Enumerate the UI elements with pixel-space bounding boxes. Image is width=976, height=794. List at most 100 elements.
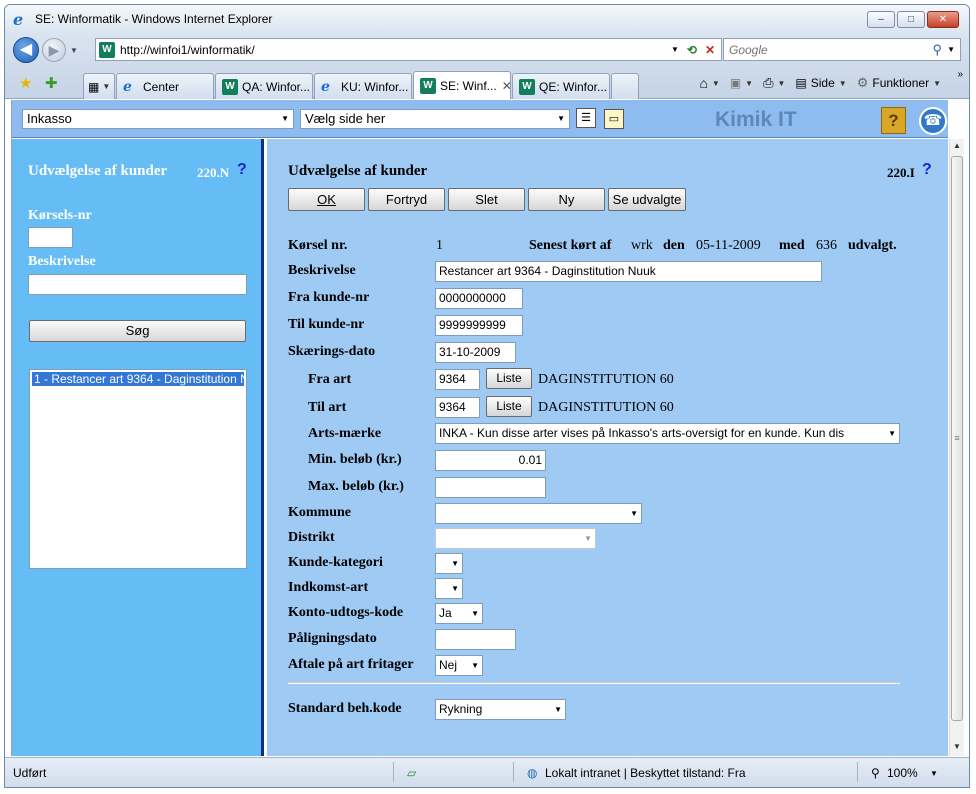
- history-dropdown-icon[interactable]: ▼: [70, 46, 78, 55]
- tab-ku[interactable]: e KU: Winfor...: [314, 73, 412, 99]
- print-icon: ⎙: [763, 75, 774, 90]
- min-belob-field[interactable]: 0.01: [435, 450, 546, 471]
- page-content: Inkasso ▼ Vælg side her ▼ ☰ ▭ Kimik IT ?…: [11, 100, 964, 756]
- list-item[interactable]: 1 - Restancer art 9364 - Daginstitution …: [32, 372, 244, 386]
- help-question-icon[interactable]: ?: [237, 161, 247, 179]
- arts-maerke-select[interactable]: INKA - Kun disse arter vises på Inkasso'…: [435, 423, 900, 444]
- phone-icon: ☎: [923, 112, 943, 129]
- beskrivelse-field[interactable]: Restancer art 9364 - Daginstitution Nuuk: [435, 261, 822, 282]
- scroll-down-icon[interactable]: ▼: [953, 742, 961, 751]
- search-icon[interactable]: ⚲: [933, 42, 943, 58]
- feeds-button[interactable]: ▣ ▼: [730, 76, 753, 90]
- tab-qe[interactable]: W QE: Winfor...: [512, 73, 610, 99]
- max-belob-field[interactable]: [435, 477, 546, 498]
- back-button[interactable]: ◀: [13, 37, 39, 63]
- run-count: 636: [816, 238, 837, 253]
- new-button[interactable]: Ny: [528, 188, 605, 211]
- kommune-select[interactable]: ▼: [435, 503, 642, 524]
- grip-icon: ≡: [954, 433, 960, 443]
- scroll-up-icon[interactable]: ▲: [953, 141, 961, 150]
- refresh-icon[interactable]: ⟲: [687, 43, 697, 57]
- til-art-field[interactable]: 9364: [435, 397, 480, 418]
- standard-beh-value: Rykning: [439, 702, 483, 716]
- zone-text: Lokalt intranet | Beskyttet tilstand: Fr…: [545, 766, 746, 780]
- til-kunde-field[interactable]: 9999999999: [435, 315, 523, 336]
- vertical-scrollbar[interactable]: ▲ ≡ ▼: [949, 139, 964, 756]
- search-input[interactable]: [724, 41, 933, 58]
- fra-art-field[interactable]: 9364: [435, 369, 480, 390]
- module-select[interactable]: Inkasso ▼: [22, 109, 294, 129]
- address-bar[interactable]: W http://winfoi1/winformatik/ ▼ ⟲ ✕: [95, 38, 722, 61]
- search-box[interactable]: ⚲ ▼: [723, 38, 961, 61]
- fra-kunde-field[interactable]: 0000000000: [435, 288, 523, 309]
- korsel-input[interactable]: [28, 227, 73, 248]
- distrikt-select[interactable]: ▼: [435, 528, 596, 549]
- tab-qa[interactable]: W QA: Winfor...: [215, 73, 313, 99]
- kunde-kategori-select[interactable]: ▼: [435, 553, 463, 574]
- tab-center[interactable]: e Center: [116, 73, 214, 99]
- run-user: wrk: [631, 238, 653, 253]
- standard-beh-label: Standard beh.kode: [288, 701, 402, 716]
- home-button[interactable]: ⌂ ▼: [699, 75, 719, 91]
- zoom-level[interactable]: 100%: [887, 766, 918, 780]
- stop-icon[interactable]: ✕: [705, 43, 715, 57]
- aftale-select[interactable]: Nej ▼: [435, 655, 483, 676]
- more-tools-icon[interactable]: »: [957, 69, 963, 80]
- winformatik-icon: W: [222, 78, 238, 95]
- palignings-dato-field[interactable]: [435, 629, 516, 650]
- page-menu-label: Side: [810, 76, 835, 90]
- window-title: SE: Winformatik - Windows Internet Explo…: [35, 12, 273, 26]
- page-menu[interactable]: ▤ Side ▼: [795, 76, 846, 90]
- til-art-label: Til art: [308, 400, 347, 415]
- help-question-icon[interactable]: ?: [922, 161, 932, 179]
- chevron-down-icon: ▼: [630, 509, 638, 518]
- scrollbar-thumb[interactable]: ≡: [951, 156, 963, 721]
- standard-beh-select[interactable]: Rykning ▼: [435, 699, 566, 720]
- search-button[interactable]: Søg: [29, 320, 246, 342]
- list-view-button[interactable]: ☰: [576, 108, 596, 128]
- skaerings-dato-field[interactable]: 31-10-2009: [435, 342, 516, 363]
- results-list[interactable]: 1 - Restancer art 9364 - Daginstitution …: [29, 369, 247, 569]
- delete-button[interactable]: Slet: [448, 188, 525, 211]
- konto-udtog-value: Ja: [439, 606, 452, 620]
- ok-button[interactable]: OK: [288, 188, 365, 211]
- feed-icon: ▣: [729, 76, 742, 90]
- folder-button[interactable]: ▭: [604, 109, 624, 129]
- cancel-button[interactable]: Fortryd: [368, 188, 445, 211]
- site-favicon-icon: W: [99, 41, 115, 58]
- distrikt-label: Distrikt: [288, 530, 335, 545]
- fra-art-liste-button[interactable]: Liste: [486, 368, 532, 389]
- favorites-star-icon[interactable]: ★: [19, 74, 32, 92]
- search-dropdown-icon[interactable]: ▼: [947, 45, 955, 54]
- page-select-value: Vælg side her: [305, 111, 386, 126]
- help-book-button[interactable]: ?: [881, 107, 906, 134]
- forward-button[interactable]: ▶: [42, 38, 66, 62]
- print-button[interactable]: ⎙ ▼: [763, 75, 785, 91]
- quick-tabs-dropdown-icon[interactable]: ▼: [102, 82, 110, 91]
- fra-art-name: DAGINSTITUTION 60: [538, 372, 674, 387]
- arts-maerke-value: INKA - Kun disse arter vises på Inkasso'…: [439, 426, 845, 440]
- chevron-down-icon: ▼: [557, 114, 565, 123]
- tools-menu[interactable]: ⚙ Funktioner ▼: [857, 75, 941, 91]
- url-text[interactable]: http://winfoi1/winformatik/: [120, 43, 671, 57]
- tab-se[interactable]: W SE: Winf... ✕: [413, 71, 511, 99]
- show-selected-button[interactable]: Se udvalgte: [608, 188, 686, 211]
- zoom-dropdown-icon[interactable]: ▼: [930, 769, 938, 778]
- beskrivelse-label: Beskrivelse: [288, 263, 356, 278]
- page-select[interactable]: Vælg side her ▼: [300, 109, 570, 129]
- beskrivelse-search-input[interactable]: [28, 274, 247, 295]
- new-tab-button[interactable]: [611, 73, 639, 99]
- add-favorites-icon[interactable]: ✚: [45, 74, 58, 92]
- konto-udtog-select[interactable]: Ja ▼: [435, 603, 483, 624]
- address-dropdown-icon[interactable]: ▼: [671, 45, 679, 54]
- minimize-button[interactable]: ‒: [867, 11, 895, 28]
- last-run-label: Senest kørt af: [529, 238, 612, 253]
- indkomst-art-select[interactable]: ▼: [435, 578, 463, 599]
- quick-tabs-button[interactable]: ▦ ▼: [83, 73, 115, 99]
- maximize-button[interactable]: □: [897, 11, 925, 28]
- chevron-down-icon: ▼: [554, 705, 562, 714]
- close-tab-icon[interactable]: ✕: [502, 79, 510, 93]
- close-window-button[interactable]: ✕: [927, 11, 959, 28]
- phone-button[interactable]: ☎: [919, 107, 947, 135]
- til-art-liste-button[interactable]: Liste: [486, 396, 532, 417]
